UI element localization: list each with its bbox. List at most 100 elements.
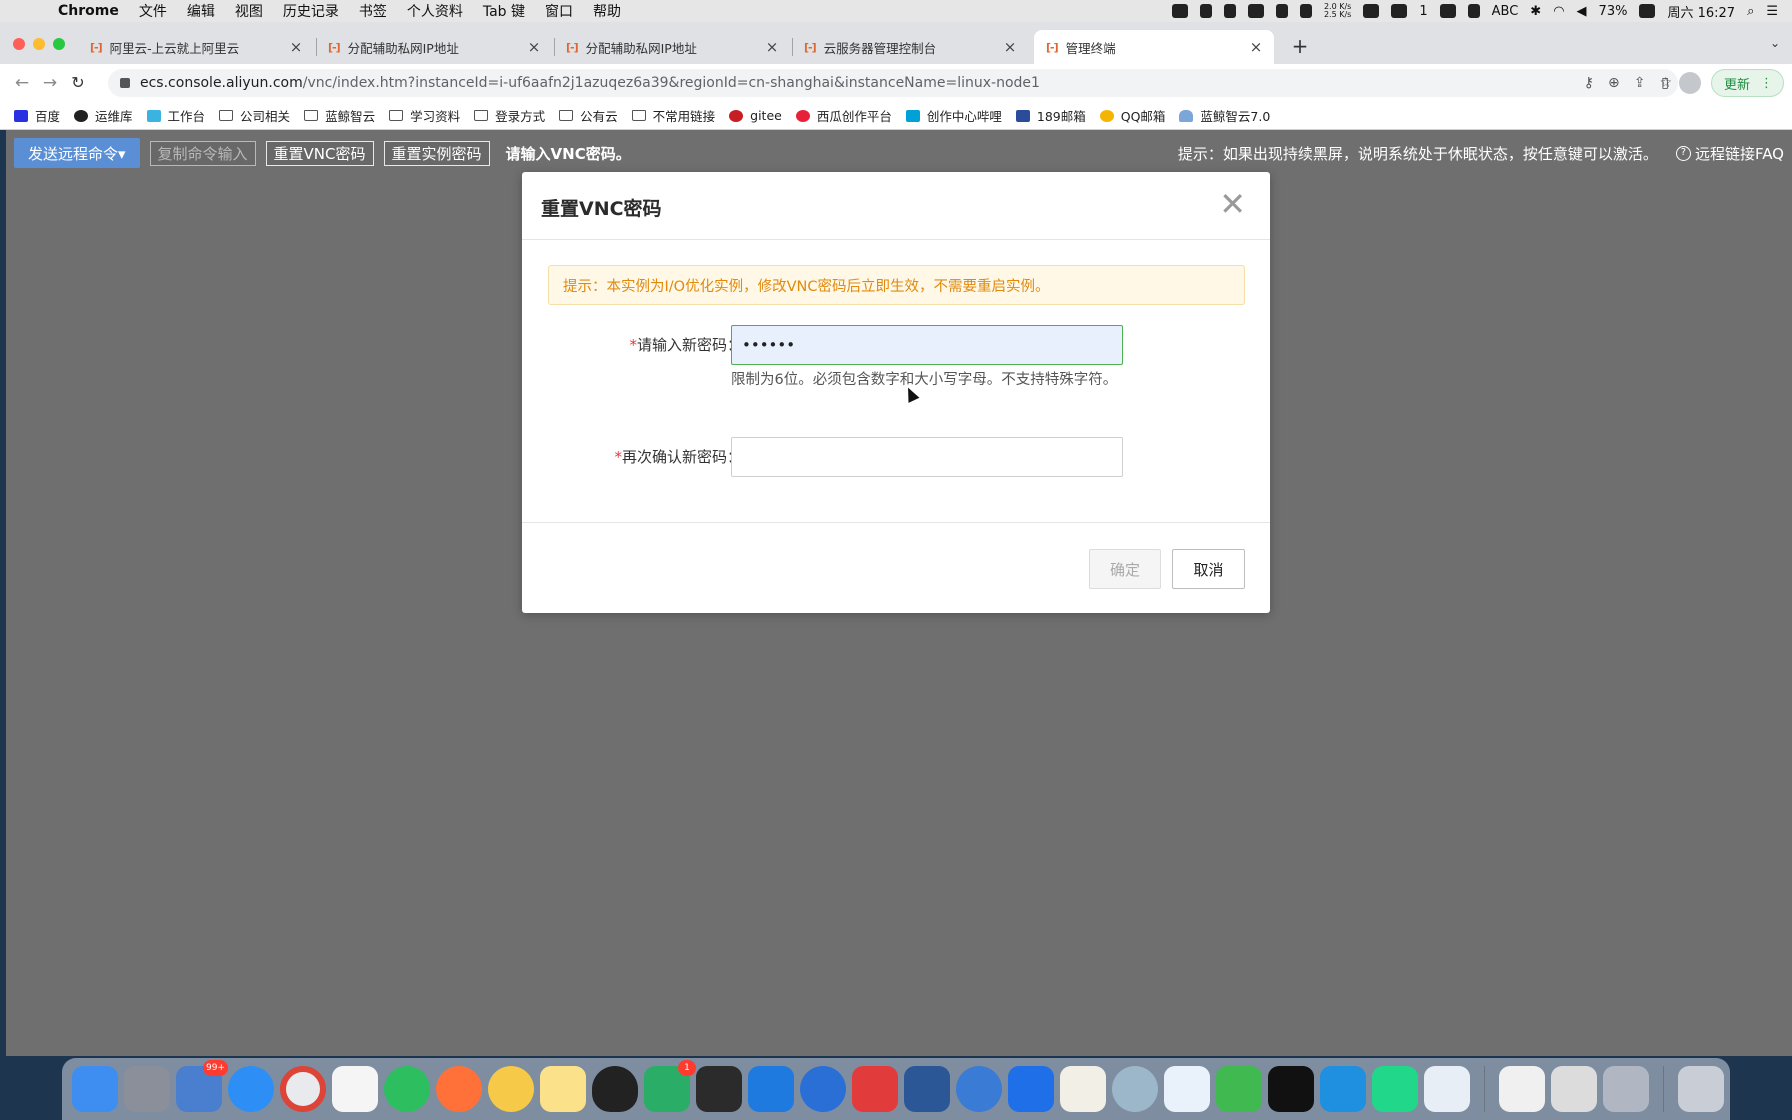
launchpad-icon[interactable] — [124, 1066, 170, 1112]
tab-close-icon[interactable]: × — [288, 38, 304, 56]
clock[interactable]: 周六 16:27 — [1667, 2, 1735, 21]
bookmark-bluking-7[interactable]: 蓝鲸智云7.0 — [1179, 106, 1270, 125]
wechat-status-icon[interactable] — [1391, 4, 1408, 18]
k-icon[interactable] — [956, 1066, 1002, 1112]
window-tiling-icon[interactable] — [1247, 4, 1264, 18]
tab-vnc-terminal[interactable]: [-] 管理终端 × — [1034, 30, 1274, 64]
confirm-password-input[interactable] — [731, 437, 1123, 477]
menu-tab[interactable]: Tab 键 — [483, 1, 525, 21]
battery-widget-icon[interactable] — [1275, 4, 1288, 18]
mail-icon[interactable]: 99+ — [176, 1060, 228, 1112]
input-method-icon[interactable] — [1467, 4, 1480, 18]
bookmark-189mail[interactable]: 189邮箱 — [1015, 106, 1086, 125]
new-password-input[interactable]: •••••• — [731, 325, 1123, 365]
window-zoom-button[interactable] — [53, 38, 65, 50]
address-bar[interactable]: ecs.console.aliyun.com /vnc/index.htm?in… — [108, 69, 1678, 97]
menu-edit[interactable]: 编辑 — [187, 1, 215, 21]
menu-app-chrome[interactable]: Chrome — [58, 3, 119, 19]
typora-icon[interactable] — [332, 1066, 378, 1112]
notes-icon[interactable] — [540, 1066, 586, 1112]
bookmark-xigua[interactable]: 西瓜创作平台 — [795, 106, 892, 125]
copy-command-input-button[interactable]: 复制命令输入 — [149, 140, 256, 166]
screenshot-icon[interactable] — [1603, 1066, 1649, 1112]
bookmark-folder-study[interactable]: 学习资料 — [389, 106, 460, 125]
feishu-icon[interactable] — [1008, 1066, 1054, 1112]
terminal-app-icon[interactable] — [696, 1066, 742, 1112]
menu-window[interactable]: 窗口 — [545, 1, 573, 21]
wifi-icon[interactable]: ◠ — [1553, 4, 1564, 19]
tab-assign-ip-2[interactable]: [-] 分配辅助私网IP地址 × — [554, 30, 790, 64]
vscode-icon[interactable] — [1320, 1066, 1366, 1112]
menu-bookmarks[interactable]: 书签 — [359, 1, 387, 21]
finder-icon[interactable] — [72, 1066, 118, 1112]
baidu-netdisk-icon[interactable] — [1164, 1066, 1210, 1112]
tab-assign-ip-1[interactable]: [-] 分配辅助私网IP地址 × — [316, 30, 552, 64]
bookmark-bilibili[interactable]: 创作中心哔哩 — [905, 106, 1002, 125]
window-minimize-button[interactable] — [33, 38, 45, 50]
key-icon[interactable]: ⚷ — [1584, 75, 1594, 91]
textedit-icon[interactable] — [1060, 1066, 1106, 1112]
display-icon[interactable] — [1439, 4, 1456, 18]
sidepanel-icon[interactable]: ▯ — [1661, 75, 1669, 91]
lark-icon[interactable] — [748, 1066, 794, 1112]
qq-icon[interactable] — [592, 1066, 638, 1112]
share-icon[interactable]: ⇪ — [1634, 75, 1646, 91]
bookmark-yunweiku[interactable]: 运维库 — [74, 106, 133, 125]
profile-avatar[interactable] — [1678, 72, 1701, 94]
cancel-button[interactable]: 取消 — [1172, 549, 1245, 589]
screen-record-icon[interactable] — [1363, 4, 1380, 18]
reset-instance-password-button[interactable]: 重置实例密码 — [383, 140, 490, 166]
bluetooth-icon[interactable]: ✱ — [1530, 4, 1541, 19]
back-arrow-icon[interactable]: ← — [8, 69, 36, 97]
bookmark-folder-public-cloud[interactable]: 公有云 — [559, 106, 618, 125]
reset-vnc-password-button[interactable]: 重置VNC密码 — [265, 140, 374, 166]
zoom-icon[interactable]: ⊕ — [1608, 75, 1620, 91]
wechat-icon[interactable]: 1 — [644, 1060, 696, 1112]
menu-profile[interactable]: 个人资料 — [407, 1, 463, 21]
tab-close-icon[interactable]: × — [1248, 38, 1264, 56]
preview-icon[interactable] — [1499, 1066, 1545, 1112]
forward-arrow-icon[interactable]: → — [36, 69, 64, 97]
snail-icon[interactable] — [1112, 1066, 1158, 1112]
bookmark-folder-rare-links[interactable]: 不常用链接 — [631, 106, 715, 125]
new-tab-button[interactable]: + — [1286, 32, 1314, 60]
trash-icon[interactable] — [1678, 1066, 1724, 1112]
battery-icon[interactable] — [1639, 4, 1656, 18]
window-close-button[interactable] — [13, 38, 25, 50]
wps-status-icon[interactable] — [1171, 4, 1188, 18]
safari-icon[interactable] — [228, 1066, 274, 1112]
spotlight-icon[interactable]: ⌕ — [1747, 4, 1754, 19]
input-method-label[interactable]: ABC — [1492, 4, 1519, 19]
volume-icon[interactable]: ◀ — [1577, 4, 1587, 19]
script-editor-icon[interactable] — [1551, 1066, 1597, 1112]
menu-view[interactable]: 视图 — [235, 1, 263, 21]
menu-file[interactable]: 文件 — [139, 1, 167, 21]
close-icon[interactable]: ✕ — [1219, 188, 1246, 220]
control-center-icon[interactable]: ☰ — [1766, 4, 1778, 19]
reload-icon[interactable]: ↻ — [64, 69, 92, 97]
phone-icon[interactable] — [1299, 4, 1312, 18]
tab-close-icon[interactable]: × — [1002, 38, 1018, 56]
remote-link-faq-link[interactable]: ? 远程链接FAQ — [1675, 143, 1784, 164]
bookmark-folder-login[interactable]: 登录方式 — [474, 106, 545, 125]
iterm-icon[interactable] — [1268, 1066, 1314, 1112]
bookmark-folder-bluking[interactable]: 蓝鲸智云 — [304, 106, 375, 125]
remote-desktop-icon[interactable] — [800, 1066, 846, 1112]
tab-aliyun-home[interactable]: [-] 阿里云-上云就上阿里云 × — [78, 30, 314, 64]
word-icon[interactable] — [904, 1066, 950, 1112]
photos-icon[interactable] — [488, 1066, 534, 1112]
menu-help[interactable]: 帮助 — [593, 1, 621, 21]
menu-history[interactable]: 历史记录 — [283, 1, 339, 21]
quicktime-icon[interactable] — [1424, 1066, 1470, 1112]
confirm-button[interactable]: 确定 — [1089, 549, 1161, 589]
firefox-icon[interactable] — [436, 1066, 482, 1112]
chrome-icon[interactable] — [280, 1066, 326, 1112]
headphones-icon[interactable] — [1223, 4, 1236, 18]
tab-close-icon[interactable]: × — [764, 38, 780, 56]
tab-search-chevron-icon[interactable]: ⌄ — [1770, 36, 1780, 50]
bookmark-gitee[interactable]: gitee — [729, 108, 782, 123]
tab-ecs-console[interactable]: [-] 云服务器管理控制台 × — [792, 30, 1028, 64]
send-remote-command-button[interactable]: 发送远程命令▾ — [14, 138, 140, 168]
bookmark-folder-company[interactable]: 公司相关 — [219, 106, 290, 125]
wps-icon[interactable] — [852, 1066, 898, 1112]
